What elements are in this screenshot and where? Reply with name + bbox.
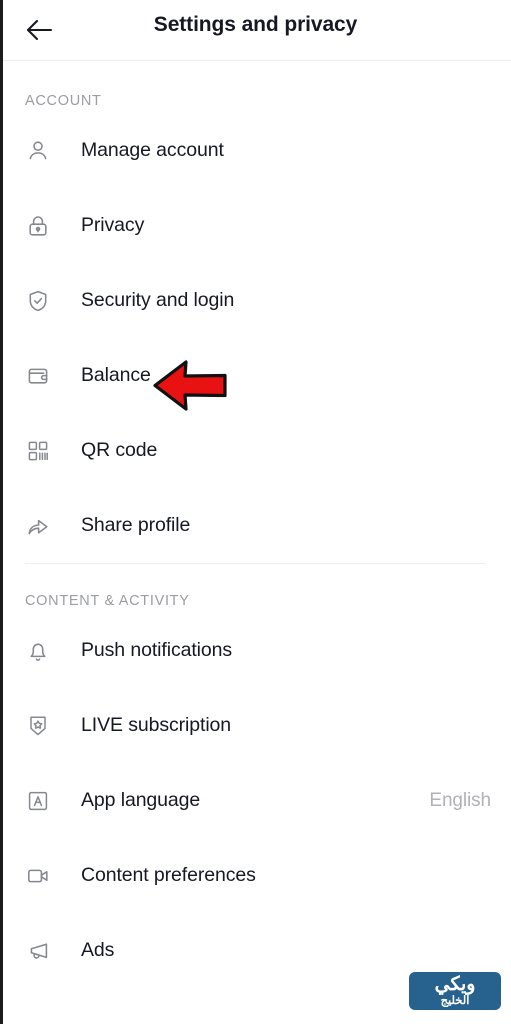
- section-label-content-activity: CONTENT & ACTIVITY: [25, 593, 190, 609]
- section-account: ACCOUNT Manage account Privacy Security …: [0, 61, 511, 563]
- app-language-value: English: [429, 789, 491, 811]
- letter-a-box-icon: [25, 788, 51, 814]
- settings-row-label: Privacy: [81, 214, 145, 236]
- video-camera-icon: [25, 863, 51, 889]
- megaphone-icon: [25, 938, 51, 964]
- share-arrow-icon: [25, 513, 51, 539]
- settings-row-balance[interactable]: Balance: [0, 338, 511, 413]
- settings-row-push-notifications[interactable]: Push notifications: [0, 613, 511, 688]
- settings-row-privacy[interactable]: Privacy: [0, 188, 511, 263]
- settings-row-label: Share profile: [81, 514, 191, 536]
- settings-row-label: Ads: [81, 939, 115, 961]
- settings-row-app-language[interactable]: App language English: [0, 763, 511, 838]
- settings-row-label: Manage account: [81, 139, 224, 161]
- badge-star-icon: [25, 713, 51, 739]
- settings-row-security-and-login[interactable]: Security and login: [0, 263, 511, 338]
- watermark-line1: ويكي: [434, 973, 476, 995]
- settings-row-content-preferences[interactable]: Content preferences: [0, 838, 511, 913]
- settings-row-manage-account[interactable]: Manage account: [0, 113, 511, 188]
- app-header: Settings and privacy: [0, 0, 511, 61]
- section-content-activity: CONTENT & ACTIVITY Push notifications LI…: [0, 564, 511, 988]
- settings-screen: Settings and privacy ACCOUNT Manage acco…: [0, 0, 511, 1024]
- watermark-line2: الخليج: [440, 994, 470, 1007]
- settings-row-share-profile[interactable]: Share profile: [0, 488, 511, 563]
- screen-left-edge: [0, 0, 3, 1024]
- settings-row-label: Content preferences: [81, 864, 256, 886]
- page-title: Settings and privacy: [153, 13, 358, 36]
- settings-row-label: LIVE subscription: [81, 714, 232, 736]
- lock-icon: [25, 213, 51, 239]
- settings-row-live-subscription[interactable]: LIVE subscription: [0, 688, 511, 763]
- qr-code-icon: [25, 438, 51, 464]
- settings-row-label: Push notifications: [81, 639, 233, 661]
- shield-check-icon: [25, 288, 51, 314]
- settings-row-label: Security and login: [81, 289, 235, 311]
- settings-row-qr-code[interactable]: QR code: [0, 413, 511, 488]
- settings-row-label: App language: [81, 789, 201, 811]
- bell-icon: [25, 638, 51, 664]
- person-icon: [25, 138, 51, 164]
- section-label-account: ACCOUNT: [25, 93, 102, 109]
- settings-row-label: Balance: [81, 364, 151, 386]
- watermark-badge: ويكي الخليج: [409, 972, 501, 1010]
- settings-row-label: QR code: [81, 439, 158, 461]
- wallet-icon: [25, 363, 51, 389]
